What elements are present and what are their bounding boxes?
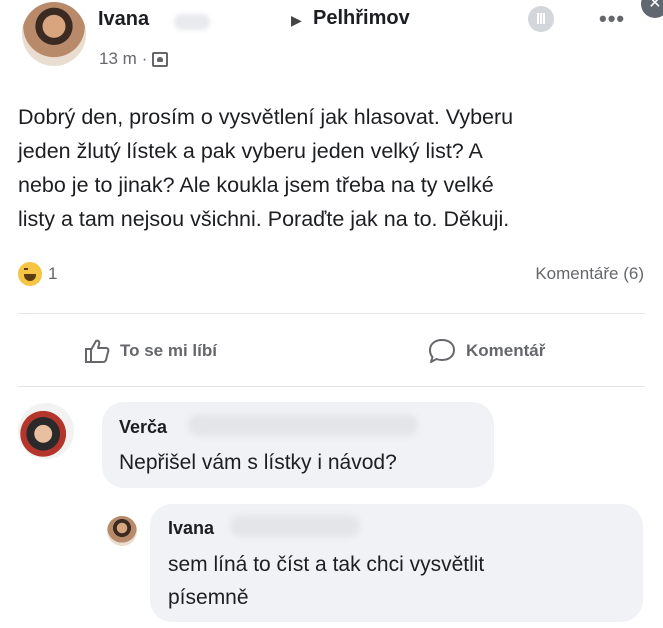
comment-text: Nepřišel vám s lístky i návod? (119, 451, 397, 474)
blurred-name-redaction (230, 515, 360, 537)
more-options-icon[interactable]: ••• (599, 6, 625, 32)
comments-count-link[interactable]: Komentáře (6) (535, 264, 644, 284)
insights-icon[interactable] (528, 6, 554, 32)
blurred-name-redaction (174, 14, 210, 30)
post-meta: 13 m · (99, 49, 169, 69)
like-button-label: To se mi líbí (120, 341, 217, 360)
author-avatar[interactable] (22, 2, 86, 66)
caret-right-icon: ▶ (291, 12, 302, 28)
comment-author[interactable]: Ivana (168, 518, 214, 539)
haha-reaction-icon (18, 262, 42, 286)
comment-bubble: Verča Nepřišel vám s lístky i návod? (102, 402, 494, 488)
post-body-text: Dobrý den, prosím o vysvětlení jak hlaso… (18, 105, 514, 231)
comment-button[interactable]: Komentář (428, 338, 545, 364)
speech-bubble-icon (429, 339, 455, 363)
group-audience-icon (152, 51, 169, 67)
comment-button-label: Komentář (466, 341, 546, 360)
reaction-count: 1 (48, 264, 58, 283)
post-author-name[interactable]: Ivana (98, 8, 149, 31)
close-icon[interactable]: ✕ (641, 0, 663, 18)
comment-bubble: Ivana sem líná to číst a tak chci vysvět… (150, 504, 643, 622)
meta-separator: · (141, 49, 148, 68)
comment-text: sem líná to číst a tak chci vysvětlit pí… (168, 553, 485, 609)
post-time[interactable]: 13 m (99, 49, 137, 69)
commenter-avatar[interactable] (18, 403, 74, 459)
divider (18, 313, 645, 314)
like-button[interactable]: To se mi líbí (84, 338, 217, 364)
commenter-avatar[interactable] (107, 516, 137, 546)
reaction-summary[interactable]: 1 (18, 262, 57, 286)
post-actions-bar: To se mi líbí Komentář (0, 330, 663, 380)
divider (18, 386, 645, 387)
comment-author[interactable]: Verča (119, 417, 167, 438)
group-name-link[interactable]: Pelhřimov (313, 7, 410, 30)
thumbs-up-icon (85, 339, 110, 363)
blurred-name-redaction (188, 414, 418, 436)
post-header: Ivana ▶ Pelhřimov 13 m · ••• ✕ (0, 0, 663, 80)
